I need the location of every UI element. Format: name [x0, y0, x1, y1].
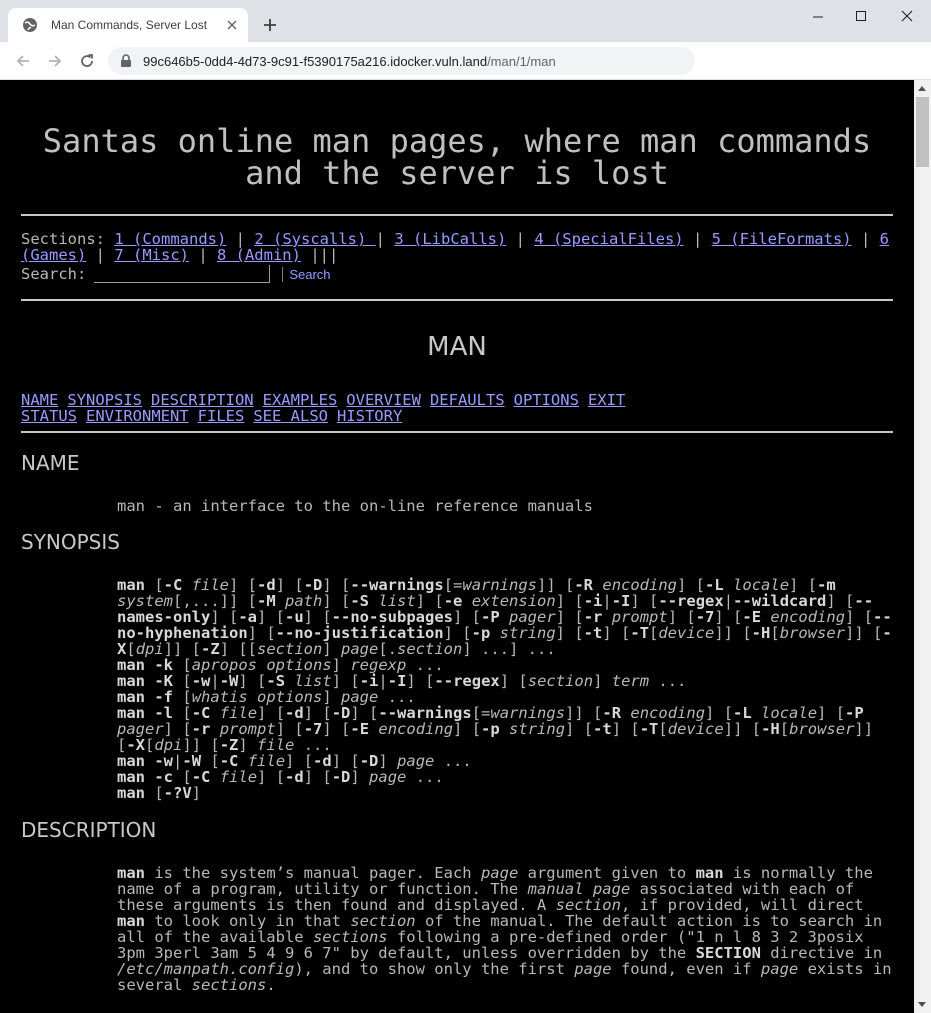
section-heading-synopsis: SYNOPSIS — [21, 530, 120, 554]
toc-link-options[interactable]: OPTIONS — [514, 391, 579, 409]
url-host: 99c646b5-0dd4-4d73-9c91-f5390175a216.ido… — [143, 54, 488, 69]
toc-link-environment[interactable]: ENVIRONMENT — [86, 407, 189, 425]
url-text: 99c646b5-0dd4-4d73-9c91-f5390175a216.ido… — [143, 54, 556, 69]
reload-icon[interactable] — [77, 51, 97, 71]
scroll-up-arrow-icon[interactable] — [918, 86, 926, 91]
synopsis-line: man -l [-C file] [-d] [-D] [--warnings[=… — [117, 704, 874, 754]
section-heading-description: DESCRIPTION — [21, 818, 157, 842]
description-paragraph: man is the system’s manual pager. Each p… — [117, 864, 892, 994]
scrollbar-thumb[interactable] — [916, 97, 929, 167]
synopsis-line: man -c [-C file] [-d] [-D] page ... — [117, 768, 444, 786]
close-window-icon[interactable] — [896, 6, 918, 26]
url-path: /man/1/man — [487, 54, 556, 69]
sections-nav: Sections: 1 (Commands) | 2 (Syscalls) | … — [21, 230, 889, 264]
divider — [21, 214, 893, 216]
section-link-7[interactable]: 7 (Misc) — [114, 246, 189, 264]
browser-tab[interactable]: Man Commands, Server Lost — [8, 8, 248, 42]
synopsis-line: man -K [-w|-W] [-S list] [-i|-I] [--rege… — [117, 672, 687, 690]
synopsis-line: man -k [apropos options] regexp ... — [117, 656, 444, 674]
section-link-8[interactable]: 8 (Admin) — [217, 246, 301, 264]
search-label: Search: — [21, 265, 87, 283]
forward-arrow-icon[interactable] — [45, 51, 65, 71]
toc-link-see-also[interactable]: SEE ALSO — [253, 407, 328, 425]
lock-icon — [120, 54, 132, 73]
synopsis-line: man [-?V] — [117, 784, 202, 802]
name-text: man - an interface to the on-line refere… — [117, 497, 593, 515]
section-heading-name: NAME — [21, 451, 80, 475]
synopsis-line: man -f [whatis options] page ... — [117, 688, 416, 706]
back-arrow-icon[interactable] — [13, 51, 33, 71]
minimize-icon[interactable] — [807, 6, 829, 26]
section-link-3[interactable]: 3 (LibCalls) — [394, 230, 506, 248]
search-input[interactable] — [94, 265, 271, 283]
tab-title: Man Commands, Server Lost — [51, 18, 208, 32]
search-row: Search: Search — [21, 265, 331, 283]
new-tab-icon[interactable] — [260, 15, 280, 35]
close-tab-icon[interactable] — [224, 17, 240, 33]
toc-link-defaults[interactable]: DEFAULTS — [430, 391, 505, 409]
divider — [21, 431, 893, 433]
site-title: Santas online man pages, where man comma… — [42, 122, 872, 192]
globe-icon — [22, 17, 38, 33]
page-viewport: Santas online man pages, where man comma… — [0, 80, 914, 1013]
toc-link-files[interactable]: FILES — [198, 407, 245, 425]
man-toc: NAME SYNOPSIS DESCRIPTION EXAMPLES OVERVIEW D… — [21, 392, 893, 424]
scroll-down-arrow-icon[interactable] — [918, 1002, 926, 1007]
search-button[interactable]: Search — [282, 266, 331, 282]
tab-strip: Man Commands, Server Lost — [0, 0, 931, 42]
section-link-4[interactable]: 4 (SpecialFiles) — [534, 230, 683, 248]
vertical-scrollbar[interactable] — [914, 80, 931, 1013]
divider — [21, 299, 893, 301]
synopsis-line: man [-C file] [-d] [-D] [--warnings[=war… — [117, 576, 892, 658]
sections-trailer: ||| — [310, 246, 339, 264]
toc-link-history[interactable]: HISTORY — [337, 407, 402, 425]
address-bar[interactable]: 99c646b5-0dd4-4d73-9c91-f5390175a216.ido… — [108, 47, 695, 75]
man-page-title: MAN — [427, 332, 487, 362]
synopsis-block: man [-C file] [-d] [-D] [--warnings[=war… — [117, 577, 893, 801]
maximize-icon[interactable] — [850, 6, 872, 26]
section-link-5[interactable]: 5 (FileFormats) — [712, 230, 852, 248]
synopsis-line: man -w|-W [-C file] [-d] [-D] page ... — [117, 752, 472, 770]
browser-toolbar: 99c646b5-0dd4-4d73-9c91-f5390175a216.ido… — [0, 42, 931, 80]
